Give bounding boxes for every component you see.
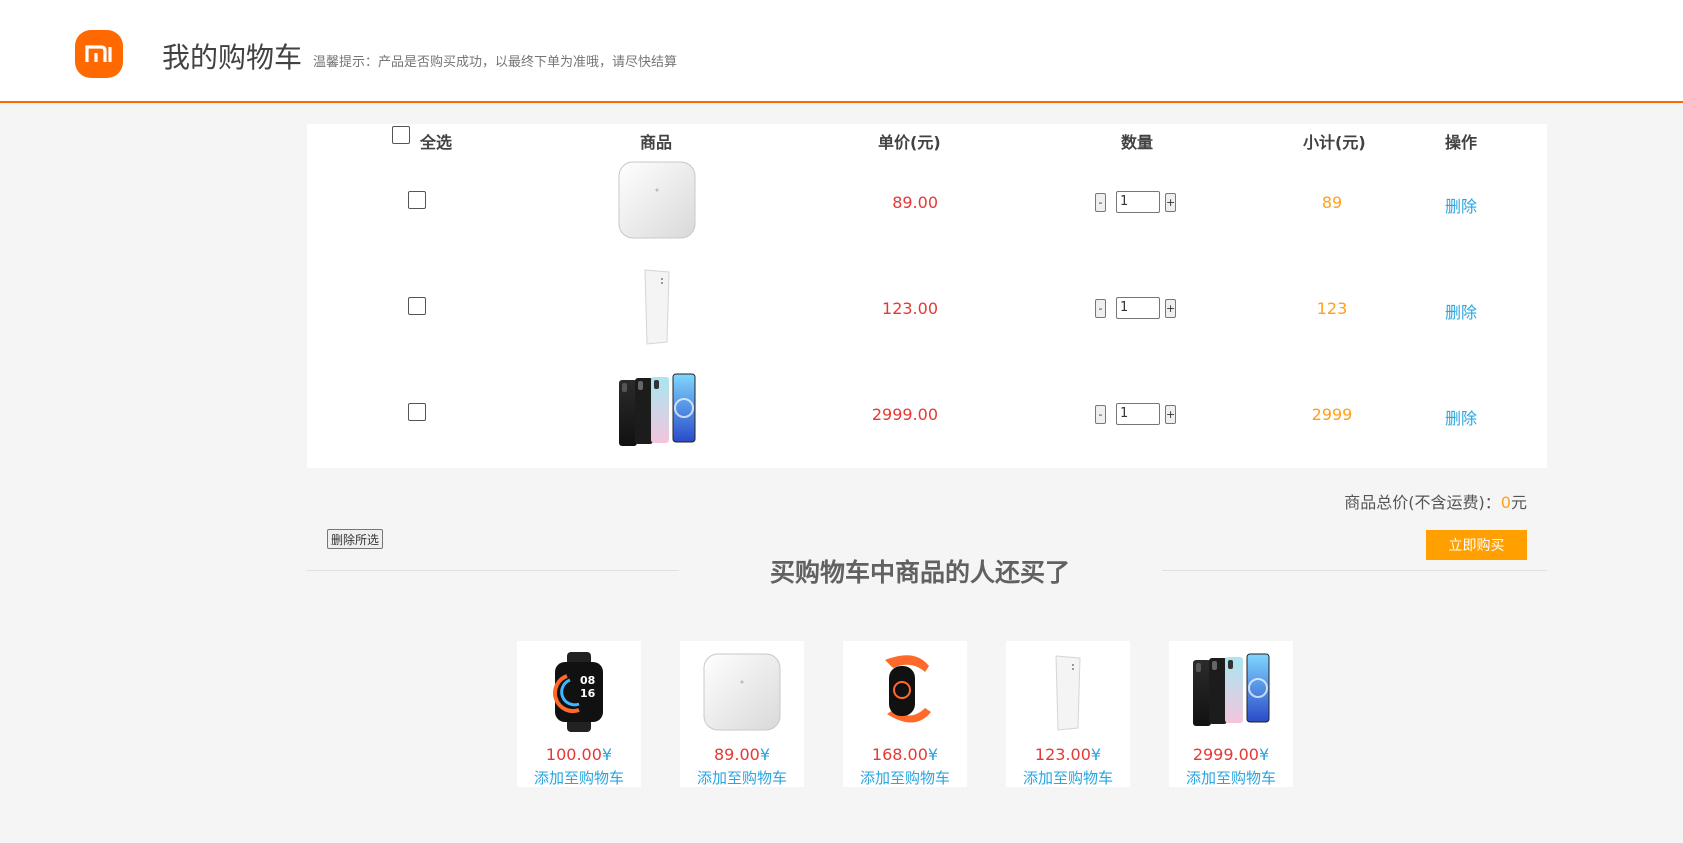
power-bank-icon[interactable] (617, 266, 697, 346)
smartphones-icon[interactable] (617, 372, 697, 452)
qty-plus-button[interactable]: + (1165, 405, 1176, 424)
col-header-product: 商品 (640, 133, 673, 152)
delete-link[interactable]: 删除 (1431, 193, 1491, 217)
divider (1162, 570, 1547, 571)
recommend-card[interactable]: 2999.00¥ 添加至购物车 (1169, 641, 1293, 787)
mi-logo[interactable] (75, 30, 123, 78)
unit-price: 89.00 (892, 193, 938, 212)
col-header-action: 操作 (1445, 133, 1478, 152)
total-value: 0 (1500, 493, 1511, 512)
add-to-cart-link[interactable]: 添加至购物车 (1169, 767, 1293, 788)
smartwatch-icon[interactable] (539, 649, 619, 734)
purchase-tip: 温馨提示：产品是否购买成功，以最终下单为准哦，请尽快结算 (313, 55, 678, 70)
recommend-price: 123.00¥ (1034, 745, 1102, 764)
recommend-card[interactable]: 168.00¥ 添加至购物车 (843, 641, 967, 787)
power-bank-icon[interactable] (1028, 649, 1108, 734)
recommend-card[interactable]: 100.00¥ 添加至购物车 (517, 641, 641, 787)
total-label: 商品总价(不含运费)： (1344, 493, 1501, 512)
divider (307, 570, 679, 571)
add-to-cart-link[interactable]: 添加至购物车 (517, 767, 641, 788)
recommend-price: 168.00¥ (871, 745, 939, 764)
qty-plus-button[interactable]: + (1165, 193, 1176, 212)
qty-minus-button[interactable]: - (1095, 405, 1106, 424)
recommend-card[interactable]: 123.00¥ 添加至购物车 (1006, 641, 1130, 787)
qty-minus-button[interactable]: - (1095, 299, 1106, 318)
recommend-title: 买购物车中商品的人还买了 (769, 558, 1070, 587)
fitness-band-icon[interactable] (865, 649, 945, 734)
qty-input[interactable]: 1 (1116, 297, 1160, 319)
page-header: 我的购物车 温馨提示：产品是否购买成功，以最终下单为准哦，请尽快结算 (0, 0, 1683, 103)
row-subtotal: 2999 (1311, 405, 1353, 424)
smartphones-icon[interactable] (1191, 649, 1271, 734)
cart-total: 商品总价(不含运费)：0元 (1344, 489, 1527, 513)
mi-logo-icon (85, 45, 112, 62)
row-checkbox[interactable] (408, 403, 426, 421)
smart-scale-icon[interactable] (702, 649, 782, 734)
delete-selected-button[interactable]: 删除所选 (327, 529, 383, 549)
qty-minus-button[interactable]: - (1095, 193, 1106, 212)
recommend-price: 89.00¥ (714, 745, 770, 764)
smart-scale-icon[interactable] (617, 160, 697, 240)
qty-input[interactable]: 1 (1116, 191, 1160, 213)
delete-link[interactable]: 删除 (1431, 299, 1491, 323)
unit-price: 123.00 (882, 299, 938, 318)
add-to-cart-link[interactable]: 添加至购物车 (843, 767, 967, 788)
select-all-label[interactable]: 全选 (420, 129, 452, 153)
recommend-price: 2999.00¥ (1192, 745, 1270, 764)
qty-plus-button[interactable]: + (1165, 299, 1176, 318)
col-header-price: 单价(元) (878, 133, 941, 152)
row-subtotal: 89 (1321, 193, 1343, 212)
col-header-subtotal: 小计(元) (1303, 133, 1366, 152)
delete-link[interactable]: 删除 (1431, 405, 1491, 429)
row-checkbox[interactable] (408, 191, 426, 209)
unit-price: 2999.00 (871, 405, 938, 424)
qty-input[interactable]: 1 (1116, 403, 1160, 425)
select-all-checkbox[interactable] (392, 126, 410, 144)
total-unit: 元 (1510, 493, 1527, 512)
row-subtotal: 123 (1316, 299, 1348, 318)
recommend-card[interactable]: 89.00¥ 添加至购物车 (680, 641, 804, 787)
page-title: 我的购物车 (162, 41, 303, 74)
add-to-cart-link[interactable]: 添加至购物车 (680, 767, 804, 788)
add-to-cart-link[interactable]: 添加至购物车 (1006, 767, 1130, 788)
recommend-price: 100.00¥ (545, 745, 613, 764)
buy-now-button[interactable]: 立即购买 (1426, 530, 1527, 560)
col-header-qty: 数量 (1121, 133, 1154, 152)
row-checkbox[interactable] (408, 297, 426, 315)
